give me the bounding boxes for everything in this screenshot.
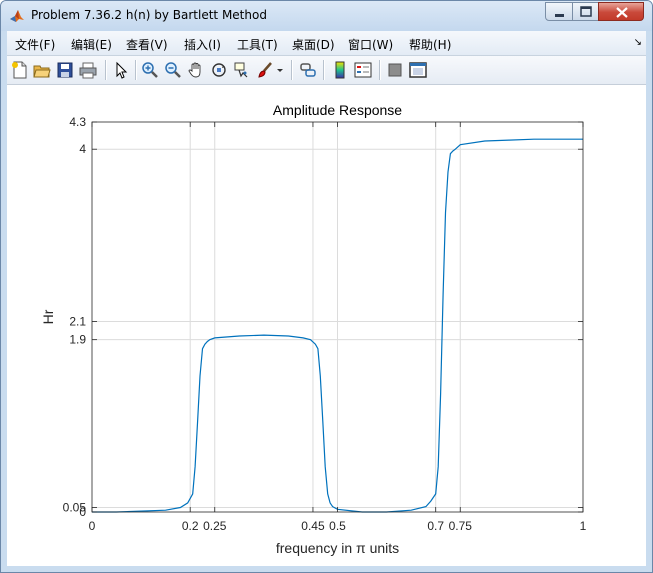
- y-axis-label: Hr: [40, 309, 56, 324]
- menu-help[interactable]: 帮助(H): [409, 36, 451, 53]
- zoom-in-icon[interactable]: [141, 61, 159, 79]
- toolbar-separator: [135, 60, 137, 80]
- x-tick-label-2: 0.25: [203, 519, 227, 533]
- hide-plot-tools-icon[interactable]: [386, 61, 404, 79]
- y-tick-label-2: 1.9: [69, 333, 86, 347]
- link-plot-icon[interactable]: [299, 61, 317, 79]
- toolbar-separator: [105, 60, 107, 80]
- pan-hand-icon[interactable]: [187, 61, 205, 79]
- menu-window[interactable]: 窗口(W): [348, 36, 393, 53]
- toolbar-separator: [379, 60, 381, 80]
- menu-insert[interactable]: 插入(I): [184, 36, 221, 53]
- open-file-icon[interactable]: [33, 61, 51, 79]
- brush-icon[interactable]: [256, 61, 274, 79]
- chevron-double-down-icon[interactable]: ↘: [634, 37, 642, 48]
- data-cursor-icon[interactable]: [233, 61, 251, 79]
- chart-title: Amplitude Response: [273, 102, 402, 118]
- menu-tools[interactable]: 工具(T): [237, 36, 278, 53]
- x-tick-label-4: 0.5: [329, 519, 346, 533]
- menu-file[interactable]: 文件(F): [15, 36, 55, 53]
- x-tick-label-5: 0.7: [427, 519, 444, 533]
- x-tick-label-7: 1: [580, 519, 587, 533]
- legend-icon[interactable]: [354, 61, 372, 79]
- window-title: Problem 7.36.2 h(n) by Bartlett Method: [31, 8, 267, 22]
- x-axis-label: frequency in π units: [276, 540, 399, 556]
- zoom-out-icon[interactable]: [164, 61, 182, 79]
- amplitude-response-plot[interactable]: 0 0.2 0.25 0.45 0.5 0.7 0.75 100.051.92.144.3Am…: [7, 85, 646, 566]
- x-tick-label-0: 0: [89, 519, 96, 533]
- close-button[interactable]: [598, 2, 644, 21]
- print-icon[interactable]: [79, 61, 97, 79]
- y-tick-label-3: 2.1: [69, 315, 86, 329]
- colorbar-icon[interactable]: [331, 61, 349, 79]
- matlab-icon: [10, 10, 24, 22]
- y-tick-label-4: 4: [79, 142, 86, 156]
- rotate-3d-icon[interactable]: [210, 61, 228, 79]
- close-icon: [616, 7, 628, 18]
- menu-edit[interactable]: 编辑(E): [71, 36, 112, 53]
- figure-canvas: 0 0.2 0.25 0.45 0.5 0.7 0.75 1 0 0.05 1.9 2.1 4 4.3 Am…: [7, 85, 646, 566]
- minimize-button[interactable]: [545, 2, 573, 21]
- maximize-icon: [580, 6, 592, 17]
- y-tick-label-5: 4.3: [69, 115, 86, 129]
- menu-view[interactable]: 查看(V): [126, 36, 168, 53]
- x-tick-label-6: 0.75: [449, 519, 473, 533]
- x-tick-label-1: 0.2: [182, 519, 199, 533]
- minimize-icon: [555, 14, 564, 17]
- save-icon[interactable]: [56, 61, 74, 79]
- toolbar-separator: [323, 60, 325, 80]
- select-arrow-icon[interactable]: [112, 61, 130, 79]
- y-tick-label-1: 0.05: [63, 500, 87, 514]
- menu-bar: 文件(F) 编辑(E) 查看(V) 插入(I) 工具(T) 桌面(D) 窗口(W…: [7, 31, 646, 56]
- x-tick-label-3: 0.45: [301, 519, 325, 533]
- menu-desktop[interactable]: 桌面(D): [292, 36, 335, 53]
- brush-dropdown-icon[interactable]: [275, 61, 285, 79]
- figure-window: Problem 7.36.2 h(n) by Bartlett Method 文…: [0, 0, 653, 573]
- maximize-button[interactable]: [572, 2, 599, 21]
- title-bar[interactable]: Problem 7.36.2 h(n) by Bartlett Method: [1, 1, 652, 31]
- figure-toolbar: [7, 56, 646, 85]
- toolbar-separator: [291, 60, 293, 80]
- show-plot-tools-icon[interactable]: [409, 61, 427, 79]
- new-figure-icon[interactable]: [11, 61, 29, 79]
